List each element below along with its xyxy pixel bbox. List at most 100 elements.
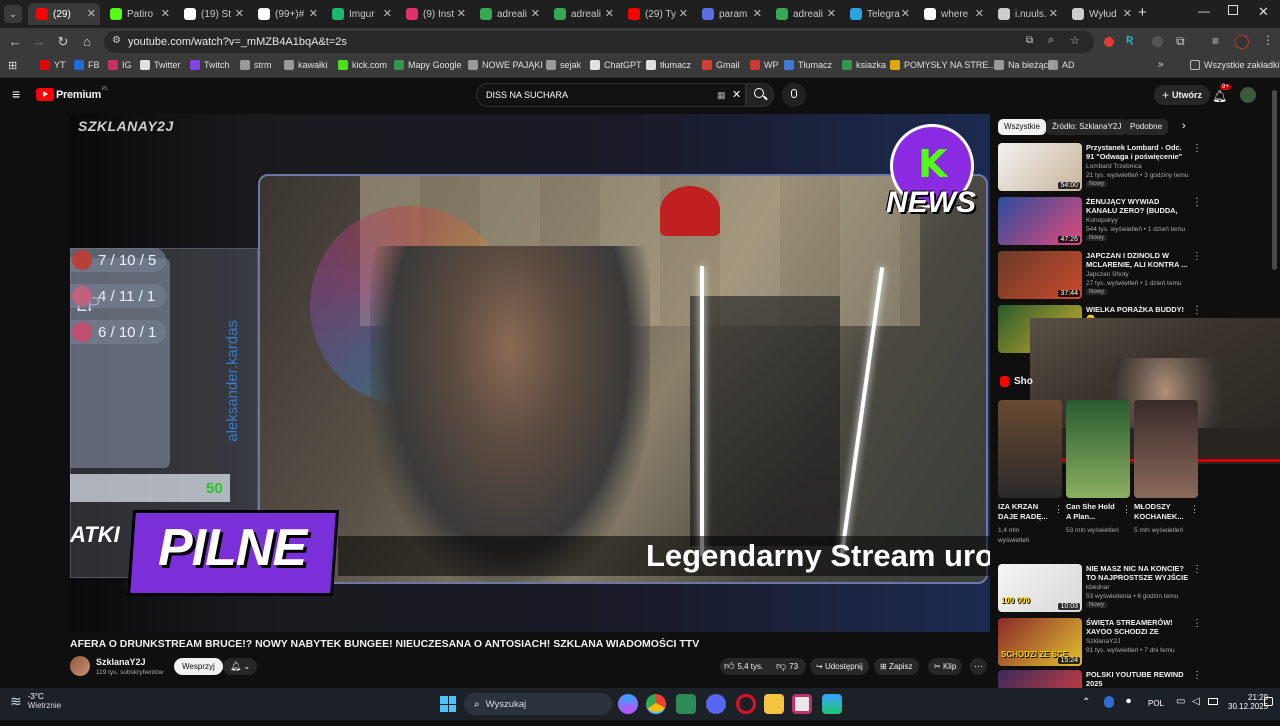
restore-button[interactable] — [1228, 5, 1238, 15]
copilot-app-icon[interactable] — [618, 694, 638, 714]
more-options-icon[interactable]: ⋮ — [1192, 143, 1202, 154]
video-thumbnail[interactable]: SCHODZI ZE SCE 15:24 — [998, 618, 1082, 666]
tray-chevron-icon[interactable]: ⌃ — [1082, 697, 1090, 708]
browser-tab[interactable]: Wyłud ✕ — [1064, 3, 1136, 25]
extensions-puzzle-icon[interactable]: ⧉ — [1176, 34, 1185, 49]
profile-avatar[interactable] — [1235, 35, 1249, 49]
recommended-title[interactable]: JAPCZAN I DZINOLD W MCLARENIE, ALI KONTR… — [1086, 251, 1191, 269]
browser-tab[interactable]: where ✕ — [916, 3, 988, 25]
more-options-icon[interactable]: ⋮ — [1122, 504, 1131, 515]
bookmark-star-icon[interactable]: ☆ — [1070, 34, 1080, 47]
reading-list-icon[interactable]: ≡ — [1212, 34, 1219, 48]
browser-tab[interactable]: (29) ✕ — [28, 3, 100, 25]
youtube-logo[interactable]: Premium PL — [36, 86, 108, 101]
bookmark-item[interactable]: kick.com — [338, 60, 387, 70]
apps-grid-icon[interactable]: ⊞ — [8, 59, 17, 72]
more-options-icon[interactable]: ⋮ — [1192, 197, 1202, 208]
bookmark-item[interactable]: Tłumacz — [784, 60, 832, 70]
opera-app-icon[interactable] — [736, 694, 756, 714]
brave-app-icon[interactable] — [676, 694, 696, 714]
recommended-title[interactable]: NIE MASZ NIC NA KONCIE? TO NAJPROSTSZE W… — [1086, 564, 1191, 582]
more-options-icon[interactable]: ⋮ — [1192, 564, 1202, 575]
filter-chip[interactable]: Źródło: SzklanaY2J — [1046, 119, 1128, 135]
bookmark-item[interactable]: Twitch — [190, 60, 230, 70]
browser-tab[interactable]: (99+)# ✕ — [250, 3, 322, 25]
short-thumbnail[interactable] — [1066, 400, 1130, 498]
extension-icon-1[interactable]: Ʀ — [1126, 34, 1133, 46]
keyboard-icon[interactable]: ▦ — [717, 84, 726, 106]
channel-name[interactable]: SzklanaY2J — [96, 657, 146, 667]
browser-tab[interactable]: Imgur ✕ — [324, 3, 396, 25]
browser-tab[interactable]: i.nuuls. ✕ — [990, 3, 1062, 25]
notification-center-icon[interactable] — [1264, 697, 1273, 706]
more-options-icon[interactable]: ⋮ — [1192, 670, 1202, 681]
bluetooth-icon[interactable] — [1104, 696, 1114, 708]
recommended-channel[interactable]: Lombard Trzebnica — [1086, 163, 1142, 170]
create-button[interactable]: + Utwórz — [1154, 85, 1211, 105]
close-icon[interactable]: ✕ — [457, 7, 466, 20]
hamburger-menu-icon[interactable]: ≡ — [12, 86, 20, 102]
bookmark-item[interactable]: kawałki — [284, 60, 328, 70]
network-icon[interactable]: ▭ — [1176, 696, 1185, 707]
bookmark-item[interactable]: Twitter — [140, 60, 181, 70]
short-title[interactable]: MŁODSZY KOCHANEK... — [1134, 502, 1188, 522]
short-item[interactable]: Can She Hold A Plan... 53 mln wyświetleń ⋮ — [1066, 400, 1131, 550]
bookmark-item[interactable]: Gmail — [702, 60, 740, 70]
clock[interactable]: 21:29 30.12.2025 — [1228, 693, 1268, 711]
more-options-icon[interactable]: ⋮ — [1192, 305, 1202, 316]
short-item[interactable]: IZA KRZAN DAJE RADĘ... 1,4 mln wyświetleń… — [998, 400, 1063, 550]
zoom-icon[interactable]: ⌕ — [1048, 34, 1054, 47]
volume-icon[interactable]: ◁ — [1192, 696, 1200, 707]
video-player[interactable]: LP aleksander.kardas 50 ATKI SZKLANAY2J … — [70, 114, 990, 632]
like-button[interactable]: 👍︎ 5,4 tys. — [724, 659, 763, 674]
bookmark-item[interactable]: Mapy Google — [394, 60, 462, 70]
short-thumbnail[interactable] — [1134, 400, 1198, 498]
home-icon[interactable]: ⌂ — [78, 33, 96, 51]
video-thumbnail[interactable]: 100 000 10:03 — [998, 564, 1082, 612]
bookmark-item[interactable]: sejak — [546, 60, 581, 70]
recommended-video[interactable]: SCHODZI ZE SCE 15:24 ŚWIĘTA STREAMERÓW! XA… — [998, 618, 1268, 674]
close-icon[interactable]: ✕ — [235, 7, 244, 20]
filter-chip[interactable]: Podobne — [1124, 119, 1169, 135]
more-actions-button[interactable]: ⋯ — [970, 658, 987, 675]
dislike-button[interactable]: 👎︎ 73 — [776, 659, 798, 674]
recommended-title[interactable]: ŚWIĘTA STREAMERÓW! XAYOO SCHODZI ZE SCEN… — [1086, 618, 1191, 637]
short-title[interactable]: Can She Hold A Plan... — [1066, 502, 1120, 522]
page-scrollbar[interactable] — [1272, 90, 1277, 270]
recommended-title[interactable]: POLSKI YOUTUBE REWIND 2025 — [1086, 670, 1191, 688]
microphone-tray-icon[interactable]: ⏺ — [1126, 696, 1131, 707]
bookmark-item[interactable]: Na bieżąco — [994, 60, 1053, 70]
bookmark-item[interactable]: AD — [1048, 60, 1075, 70]
short-thumbnail[interactable] — [998, 400, 1062, 498]
close-icon[interactable]: ✕ — [753, 7, 762, 20]
video-thumbnail[interactable]: 37:44 — [998, 251, 1082, 299]
close-icon[interactable]: ✕ — [309, 7, 318, 20]
more-bookmarks-icon[interactable]: » — [1158, 59, 1164, 70]
discord-app-icon[interactable] — [706, 694, 726, 714]
bookmark-item[interactable]: strm — [240, 60, 272, 70]
recommended-channel[interactable]: SzklanaY2J — [1086, 638, 1120, 645]
channel-avatar[interactable] — [70, 656, 90, 676]
notifications-button[interactable]: 🔔︎ 9+ — [1212, 84, 1231, 105]
search-input[interactable]: DISS NA SUCHARA ▦ ✕ — [476, 83, 746, 107]
bookmark-item[interactable]: FB — [74, 60, 100, 70]
recommended-video[interactable]: 37:44 JAPCZAN I DZINOLD W MCLARENIE, ALI … — [998, 251, 1268, 307]
record-extension-icon[interactable] — [1104, 37, 1114, 47]
video-thumbnail[interactable]: 54:00 — [998, 143, 1082, 191]
minimize-button[interactable]: — — [1198, 4, 1210, 18]
all-bookmarks-folder[interactable]: Wszystkie zakładki — [1190, 60, 1280, 70]
back-icon[interactable]: ← — [6, 33, 24, 51]
install-icon[interactable]: ⧉ — [1026, 35, 1033, 46]
language-indicator[interactable]: POL — [1148, 699, 1164, 708]
layers-app-icon[interactable] — [822, 694, 842, 714]
save-button[interactable]: ⊞ Zapisz — [874, 658, 919, 675]
video-thumbnail[interactable]: 47:26 — [998, 197, 1082, 245]
short-item[interactable]: MŁODSZY KOCHANEK... 5 mln wyświetleń ⋮ — [1134, 400, 1199, 550]
browser-tab[interactable]: param ✕ — [694, 3, 766, 25]
bookmark-item[interactable]: tłumacz — [646, 60, 691, 70]
tab-search-button[interactable]: ⌄ — [4, 5, 22, 23]
more-options-icon[interactable]: ⋮ — [1190, 504, 1199, 515]
chips-next-icon[interactable]: › — [1182, 120, 1186, 132]
reload-icon[interactable]: ↻ — [54, 33, 72, 51]
close-icon[interactable]: ✕ — [383, 7, 392, 20]
